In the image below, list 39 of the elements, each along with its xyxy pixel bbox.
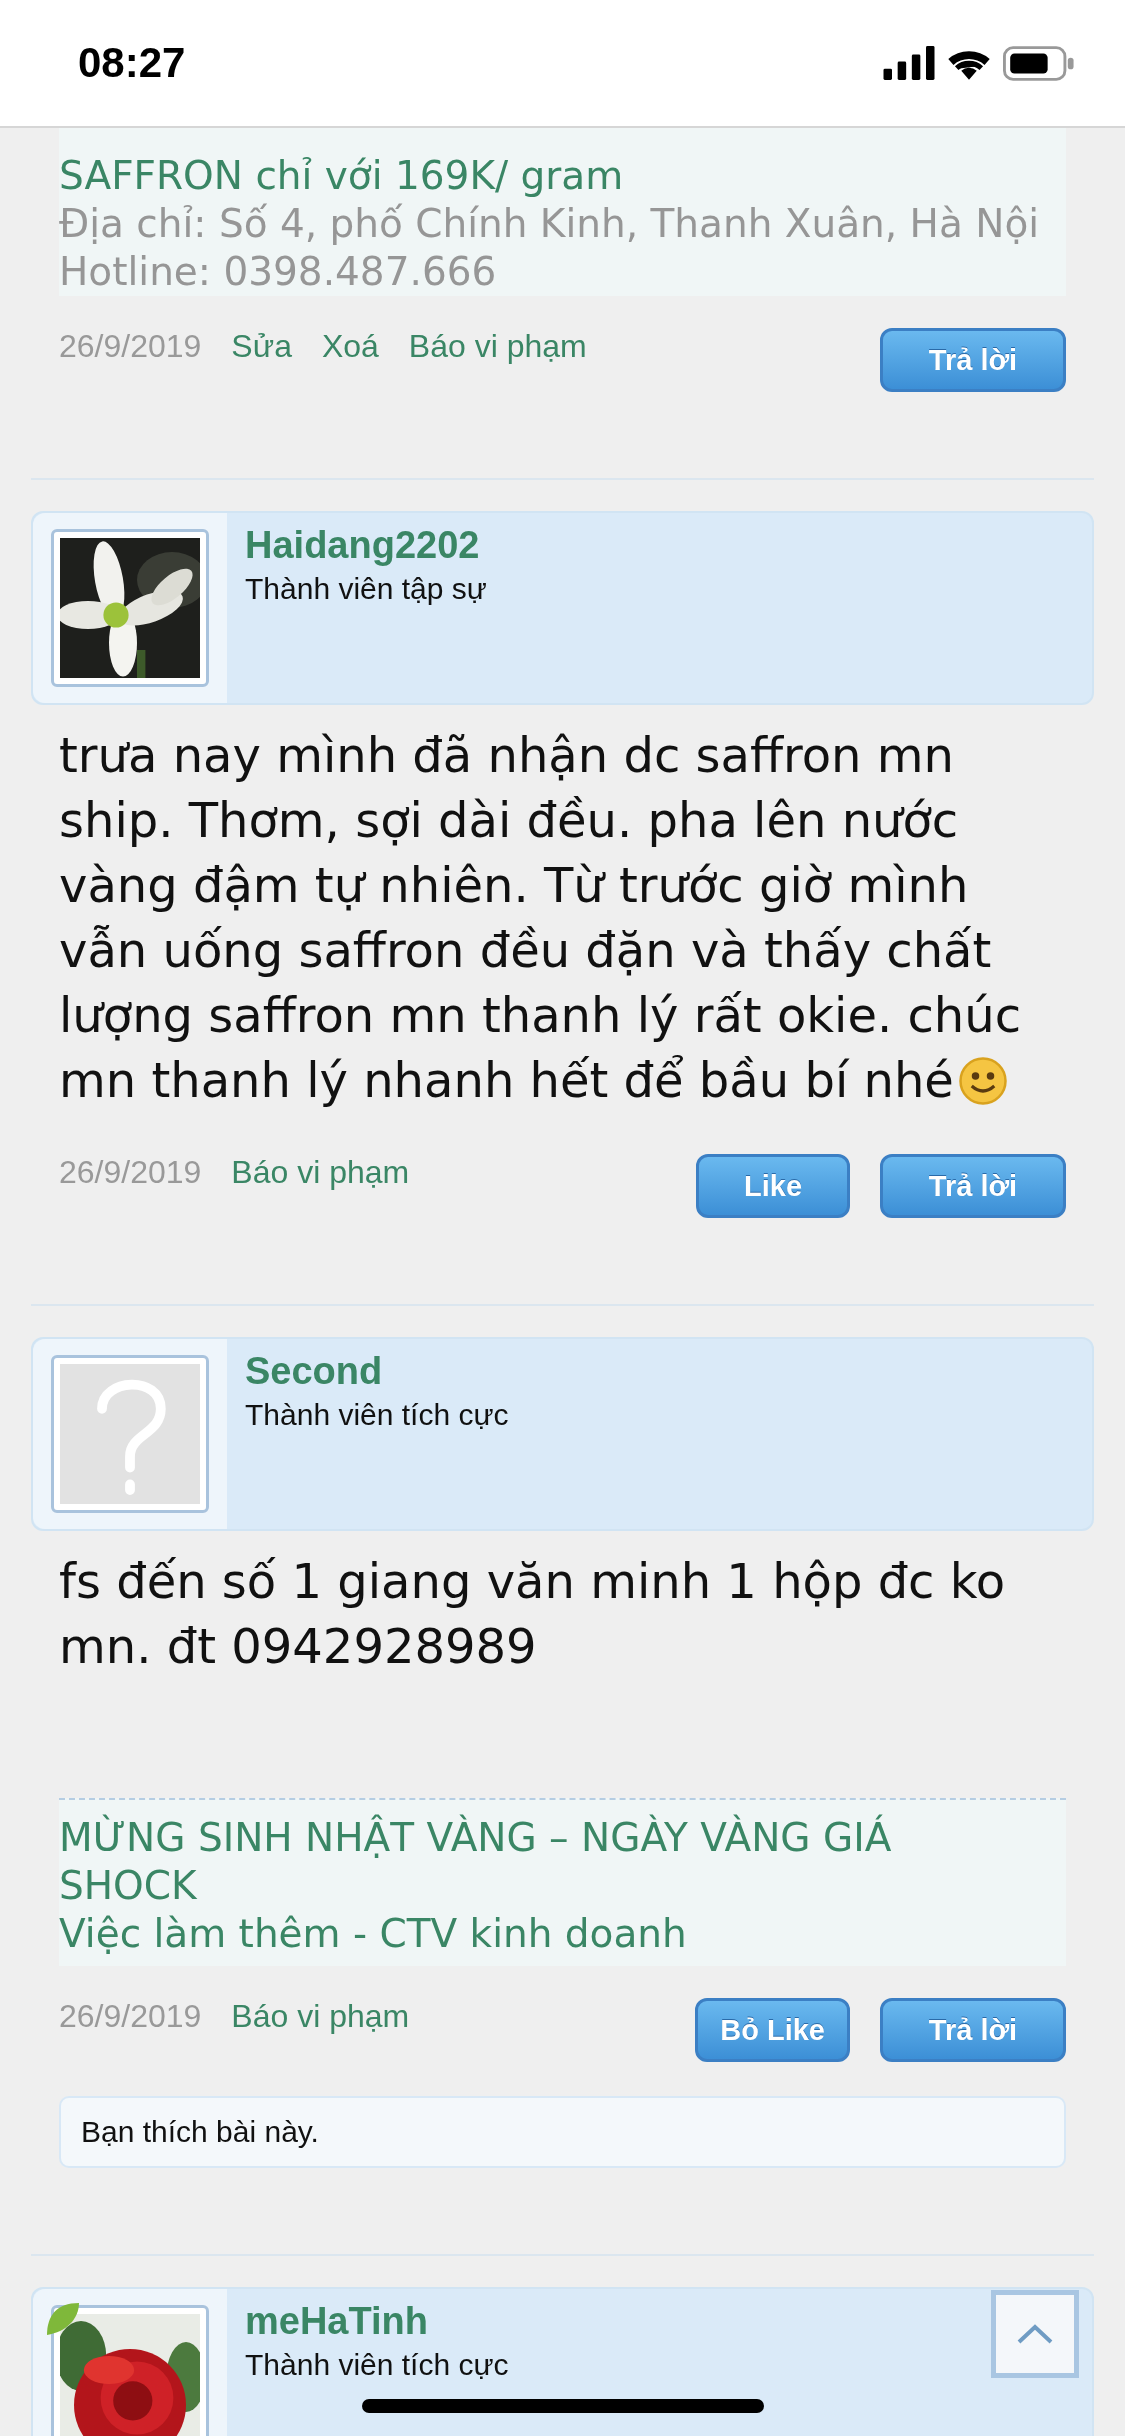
post-button[interactable]: Trả lời — [880, 328, 1066, 392]
action-link[interactable]: Báo vi phạm — [231, 1998, 410, 2035]
action-link[interactable]: Báo vi phạm — [408, 328, 587, 365]
signal-icon — [883, 46, 935, 80]
username-link[interactable]: Haidang2202 — [245, 521, 480, 569]
like-notice: Bạn thích bài này. — [59, 2096, 1066, 2168]
post-text-line: vẫn uống saffron đều đặn và thấy chất — [59, 921, 992, 980]
post-text-line: trưa nay mình đã nhận dc saffron mn — [59, 726, 954, 785]
username-link[interactable]: Second — [245, 1347, 383, 1395]
signature-link[interactable]: SHOCK — [59, 1862, 197, 1910]
post-button[interactable]: Trả lời — [880, 1998, 1066, 2062]
post-button[interactable]: Bỏ Like — [695, 1998, 850, 2062]
post-date: 26/9/2019 — [59, 1998, 202, 2035]
battery-icon — [1003, 45, 1075, 81]
username-link[interactable]: meHaTinh — [245, 2297, 428, 2345]
action-link[interactable]: Xoá — [321, 328, 379, 365]
signature-text: Địa chỉ: Số 4, phố Chính Kinh, Thanh Xuân, Hà Nội — [59, 200, 1040, 248]
chevron-up-icon — [1015, 2322, 1055, 2346]
scroll-to-top-button[interactable] — [991, 2290, 1079, 2378]
member-rank: Thành viên tập sự — [245, 571, 487, 607]
post-text-line: vàng đậm tự nhiên. Từ trước giờ mình — [59, 856, 969, 915]
post-text-line: fs đến số 1 giang văn minh 1 hộp đc ko — [59, 1552, 1006, 1611]
post-text-line: ship. Thơm, sợi dài đều. pha lên nước — [59, 791, 959, 850]
signature-link[interactable]: SAFFRON chỉ với 169K/ gram — [59, 152, 624, 200]
post-date: 26/9/2019 — [59, 1154, 202, 1191]
post-button[interactable]: Like — [696, 1154, 850, 1218]
post-text-line: lượng saffron mn thanh lý rất okie. chúc — [59, 986, 1022, 1045]
signature-text: Hotline: 0398.487.666 — [59, 248, 497, 296]
post-text-line: mn thanh lý nhanh hết để bầu bí nhé — [59, 1048, 1008, 1113]
signature-link[interactable]: Việc làm thêm - CTV kinh doanh — [59, 1910, 687, 1958]
signature-link[interactable]: MỪNG SINH NHẬT VÀNG – NGÀY VÀNG GIÁ — [59, 1814, 892, 1862]
action-link[interactable]: Sửa — [231, 328, 292, 365]
post-button[interactable]: Trả lời — [880, 1154, 1066, 1218]
post-date: 26/9/2019 — [59, 328, 202, 365]
member-rank: Thành viên tích cực — [245, 2347, 509, 2383]
member-rank: Thành viên tích cực — [245, 1397, 509, 1433]
post-text-line: mn. đt 0942928989 — [59, 1617, 537, 1676]
action-link[interactable]: Báo vi phạm — [231, 1154, 410, 1191]
clock-time: 08:27 — [78, 39, 186, 87]
